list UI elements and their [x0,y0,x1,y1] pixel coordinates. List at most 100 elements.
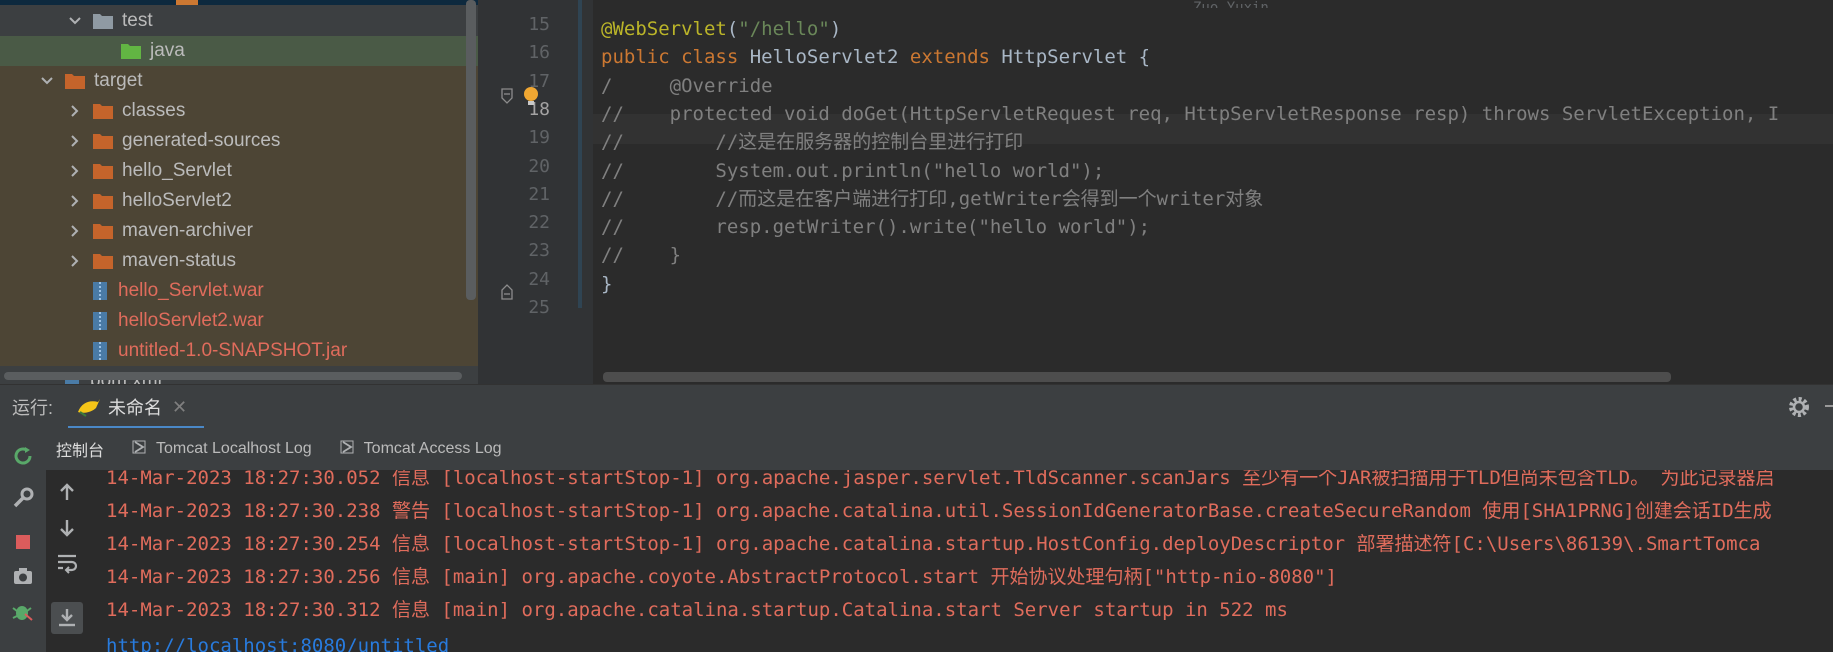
code-line: // System.out.println("hello world"); [601,156,1104,186]
code-line: // resp.getWriter().write("hello world")… [601,212,1150,242]
tree-vertical-scrollbar[interactable] [466,0,476,300]
tree-item[interactable]: untitled-1.0-SNAPSHOT.jar [0,336,478,366]
tree-item[interactable]: hello_Servlet [0,156,478,186]
fold-marker-icon[interactable] [500,88,514,104]
folder-icon [64,72,86,90]
tree-item[interactable]: classes [0,96,478,126]
folder-icon [120,42,142,60]
code-line: } [601,269,612,299]
arrow-up-icon[interactable] [55,480,79,504]
console-output[interactable]: 14-Mar-2023 18:27:30.052 信息 [localhost-s… [88,470,1833,652]
tree-horizontal-scrollbar[interactable] [4,372,462,380]
console-tab-label: Tomcat Access Log [363,440,502,457]
code-token: class [681,46,750,69]
tree-item-label: classes [122,100,186,121]
code-line: // } [601,240,681,270]
scroll-to-end-icon[interactable] [55,606,79,630]
chevron-right-icon[interactable] [66,222,84,240]
close-icon[interactable]: ✕ [172,397,187,418]
console-tab[interactable]: Tomcat Access Log [340,440,502,459]
run-label: 运行: [12,398,54,418]
tree-item[interactable]: target [0,66,478,96]
tree-item-label: java [150,40,185,61]
line-number: 22 [528,212,550,234]
console-tab[interactable]: 控制台 [56,437,104,461]
tree-item-label: helloServlet2 [122,190,232,211]
console-tab[interactable]: Tomcat Localhost Log [132,440,312,459]
tree-item[interactable]: helloServlet2 [0,186,478,216]
fold-end-icon[interactable] [500,284,514,300]
chevron-right-icon[interactable] [66,252,84,270]
code-token: HelloServlet2 [749,46,910,69]
gear-icon[interactable] [1787,395,1811,419]
editor-horizontal-scrollbar[interactable] [603,372,1671,382]
tree-item[interactable]: maven-archiver [0,216,478,246]
tree-item[interactable]: hello_Servlet.war [0,276,478,306]
code-token: ( [726,18,739,40]
chevron-right-icon[interactable] [66,102,84,120]
log-line: 14-Mar-2023 18:27:30.256 信息 [main] org.a… [106,566,1337,588]
code-line: public class HelloServlet2 extends HttpS… [601,42,1150,72]
folder-icon [92,102,114,120]
chevron-down-icon[interactable] [38,72,56,90]
chevron-right-icon[interactable] [66,132,84,150]
folder-icon [92,192,114,210]
chevron-right-icon[interactable] [66,192,84,210]
folder-icon [92,132,114,150]
archive-icon [92,311,108,331]
code-token: // System.out.println("hello world"); [601,159,1105,182]
line-number: 16 [528,42,550,64]
tree-item-label: maven-archiver [122,220,253,241]
code-editor[interactable]: Zuo Yuxin @WebServlet("/hello") public cl… [593,0,1833,384]
console-tab-label: 控制台 [56,443,105,460]
tree-top-marker [176,0,198,5]
code-line: // //而这是在客户端进行打印,getWriter会得到一个writer对象 [601,184,1263,214]
lightbulb-icon[interactable] [522,86,540,108]
folder-icon [92,162,114,180]
folder-icon [92,12,114,30]
tree-item[interactable]: test [0,6,478,36]
tree-item[interactable]: helloServlet2.war [0,306,478,336]
line-number: 23 [528,240,550,262]
code-token: extends [909,46,1002,69]
line-number: 19 [528,127,550,149]
rerun-icon[interactable] [11,444,35,468]
project-tree[interactable]: test java target classes generated-sources he… [0,0,478,384]
tree-item[interactable]: generated-sources [0,126,478,156]
log-line: 14-Mar-2023 18:27:30.238 警告 [localhost-s… [106,500,1772,522]
tree-item-label: target [94,70,143,91]
code-token: @Override [612,74,773,97]
log-line: 14-Mar-2023 18:27:30.254 信息 [localhost-s… [106,533,1761,555]
tree-item[interactable]: maven-status [0,246,478,276]
code-token: // resp.getWriter().write("hello world")… [601,216,1151,239]
camera-icon[interactable] [11,564,35,588]
run-config-tab[interactable]: 未命名 ✕ [76,385,187,429]
archive-icon [92,341,108,361]
archive-icon [92,281,108,301]
fold-region-bar [578,0,582,308]
code-token: // } [601,244,682,267]
wrench-icon[interactable] [11,486,35,510]
log-line: 14-Mar-2023 18:27:30.052 信息 [localhost-s… [106,470,1775,489]
tree-item-label: generated-sources [122,130,281,151]
line-number: 15 [528,14,550,35]
code-token: "/hello" [738,18,830,40]
code-token: // //这是在服务器的控制台里进行打印 [601,131,1024,154]
tree-item[interactable]: java [0,36,478,66]
soft-wrap-icon[interactable] [55,550,79,574]
log-tab-icon [340,440,364,459]
arrow-down-icon[interactable] [55,516,79,540]
console-link[interactable]: http://localhost:8080/untitled [106,630,449,652]
chevron-right-icon[interactable] [66,162,84,180]
stop-icon[interactable] [11,530,35,554]
debug-bug-icon[interactable] [11,600,35,624]
line-number: 21 [528,183,550,205]
chevron-down-icon[interactable] [66,12,84,30]
minimize-icon[interactable] [1825,405,1833,407]
code-line: // //这是在服务器的控制台里进行打印 [601,127,1023,157]
editor-gutter[interactable]: 15 16 17 18 19 20 21 22 23 24 25 [478,0,593,384]
